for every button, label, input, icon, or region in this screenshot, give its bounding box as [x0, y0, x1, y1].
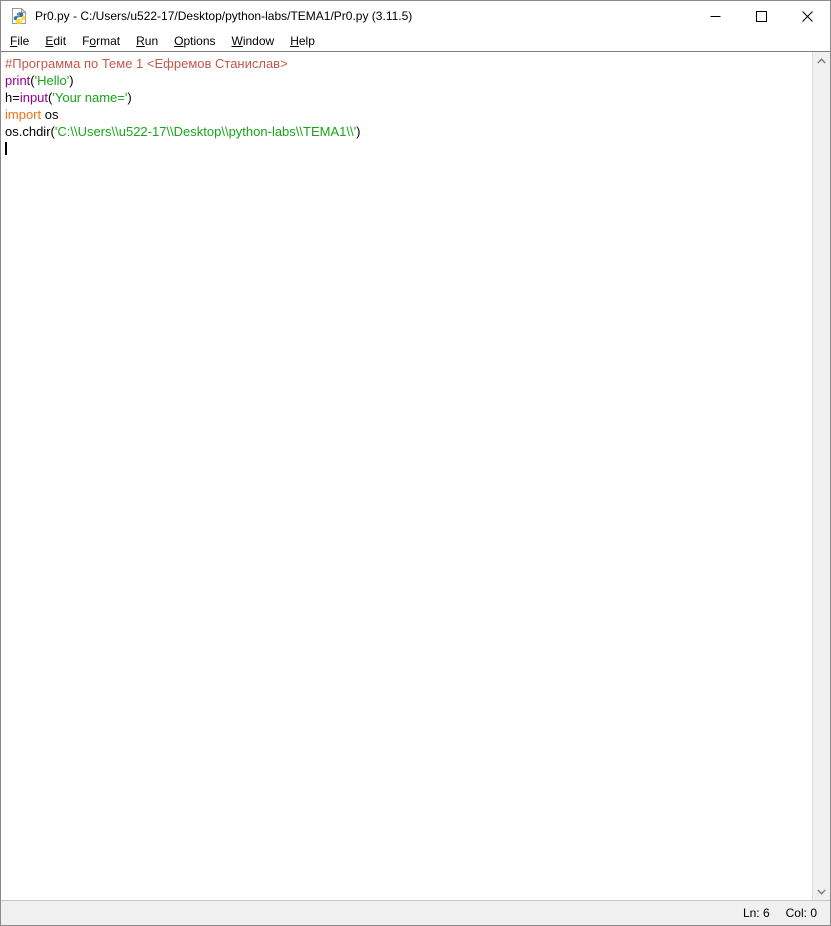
menu-mnemonic: R: [136, 34, 145, 48]
maximize-button[interactable]: [738, 1, 784, 31]
menu-edit[interactable]: Edit: [37, 32, 74, 50]
code-token-builtin: input: [20, 90, 48, 105]
code-line: import os: [5, 106, 812, 123]
scroll-up-button[interactable]: [813, 52, 830, 69]
menu-options[interactable]: Options: [166, 32, 223, 50]
close-icon: [802, 11, 813, 22]
titlebar: Pr0.py - C:/Users/u522-17/Desktop/python…: [1, 1, 830, 31]
editor-content: #Программа по Теме 1 <Ефремов Станислав>…: [1, 52, 830, 900]
statusbar: Ln: 6 Col: 0: [1, 900, 830, 925]
status-line-indicator: Ln: 6: [743, 906, 770, 920]
menubar: FileEditFormatRunOptionsWindowHelp: [1, 31, 830, 52]
minimize-icon: [710, 11, 721, 22]
maximize-icon: [756, 11, 767, 22]
python-file-icon: [11, 8, 27, 24]
menu-mnemonic: O: [174, 34, 183, 48]
code-token-plain: h=: [5, 90, 20, 105]
menu-run[interactable]: Run: [128, 32, 166, 50]
menu-mnemonic: H: [290, 34, 299, 48]
menu-format[interactable]: Format: [74, 32, 128, 50]
code-line: os.chdir('C:\\Users\\u522-17\\Desktop\\p…: [5, 123, 812, 140]
code-token-string: 'Hello': [35, 73, 70, 88]
code-line: h=input('Your name='): [5, 89, 812, 106]
menu-file[interactable]: File: [2, 32, 37, 50]
window-title: Pr0.py - C:/Users/u522-17/Desktop/python…: [35, 9, 692, 23]
code-line: [5, 140, 812, 157]
chevron-down-icon: [817, 889, 826, 895]
chevron-up-icon: [817, 58, 826, 64]
code-token-comment: #Программа по Теме 1 <Ефремов Станислав>: [5, 56, 288, 71]
code-token-plain: os.chdir(: [5, 124, 55, 139]
code-area[interactable]: #Программа по Теме 1 <Ефремов Станислав>…: [1, 52, 812, 900]
status-col-indicator: Col: 0: [786, 906, 817, 920]
window-controls: [692, 1, 830, 31]
code-token-keyword: import: [5, 107, 41, 122]
menu-mnemonic: E: [45, 34, 53, 48]
code-token-plain: os: [41, 107, 58, 122]
code-token-plain: ): [127, 90, 131, 105]
menu-mnemonic: o: [89, 34, 96, 48]
menu-mnemonic: F: [10, 34, 17, 48]
code-token-builtin: print: [5, 73, 30, 88]
code-line: #Программа по Теме 1 <Ефремов Станислав>: [5, 55, 812, 72]
menu-window[interactable]: Window: [224, 32, 283, 50]
code-token-plain: ): [69, 73, 73, 88]
text-caret: [5, 142, 7, 155]
code-token-plain: ): [356, 124, 360, 139]
code-token-string: 'Your name=': [52, 90, 127, 105]
vertical-scrollbar[interactable]: [812, 52, 830, 900]
menu-help[interactable]: Help: [282, 32, 323, 50]
close-button[interactable]: [784, 1, 830, 31]
scroll-down-button[interactable]: [813, 883, 830, 900]
menu-mnemonic: W: [232, 34, 243, 48]
code-line: print('Hello'): [5, 72, 812, 89]
minimize-button[interactable]: [692, 1, 738, 31]
code-token-string: 'C:\\Users\\u522-17\\Desktop\\python-lab…: [55, 124, 356, 139]
idle-editor-window: Pr0.py - C:/Users/u522-17/Desktop/python…: [0, 0, 831, 926]
